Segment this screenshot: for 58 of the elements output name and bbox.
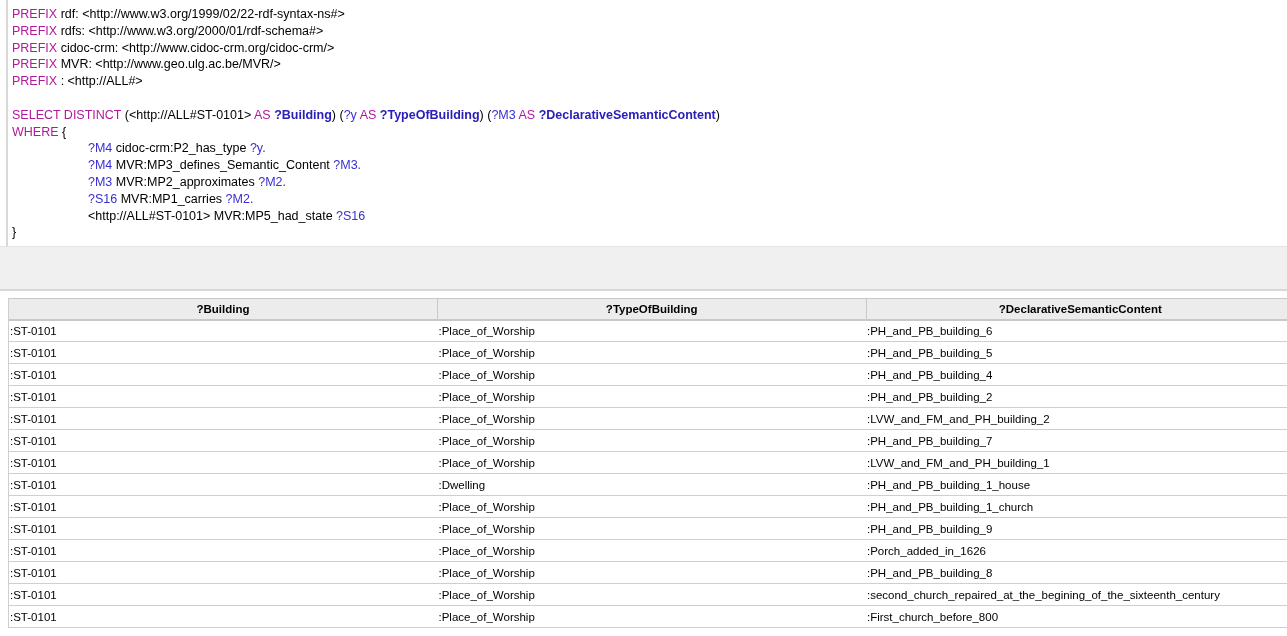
- table-cell: :ST-0101: [9, 385, 438, 408]
- table-cell: :Place_of_Worship: [437, 583, 866, 606]
- table-cell: :Place_of_Worship: [437, 363, 866, 386]
- column-header[interactable]: ?Building: [9, 298, 438, 320]
- table-cell: :ST-0101: [9, 517, 438, 540]
- table-cell: :ST-0101: [9, 583, 438, 606]
- table-cell: :second_church_repaired_at_the_begining_of_the_sixteenth_century: [866, 583, 1287, 606]
- query-line: PREFIX rdf: <http://www.w3.org/1999/02/22-rdf-syntax-ns#>: [12, 6, 345, 23]
- table-cell: :PH_and_PB_building_8: [866, 561, 1287, 584]
- query-line: SELECT DISTINCT (<http://ALL#ST-0101> AS ?Building) (?y AS ?TypeOfBuilding) (?M3 AS ?DeclarativeSemanticContent): [12, 106, 720, 124]
- query-line: PREFIX rdfs: <http://www.w3.org/2000/01/rdf-schema#>: [12, 22, 324, 40]
- table-cell: :Place_of_Worship: [437, 451, 866, 474]
- table-cell: :Place_of_Worship: [437, 319, 866, 342]
- table-cell: :ST-0101: [9, 495, 438, 518]
- table-cell: :LVW_and_FM_and_PH_building_2: [866, 407, 1287, 430]
- column-header[interactable]: ?TypeOfBuilding: [437, 298, 866, 320]
- query-line: }: [12, 224, 17, 242]
- table-cell: :Place_of_Worship: [437, 539, 866, 562]
- table-cell: :PH_and_PB_building_4: [866, 363, 1287, 386]
- table-cell: :ST-0101: [9, 407, 438, 430]
- table-cell: :PH_and_PB_building_1_church: [866, 495, 1287, 518]
- column-header[interactable]: ?DeclarativeSemanticContent: [866, 298, 1287, 320]
- table-cell: :Place_of_Worship: [437, 517, 866, 540]
- table-cell: :ST-0101: [9, 341, 438, 364]
- table-cell: :ST-0101: [9, 363, 438, 386]
- table-cell: :PH_and_PB_building_2: [866, 385, 1287, 408]
- table-cell: :Place_of_Worship: [437, 407, 866, 430]
- table-cell: :Place_of_Worship: [437, 605, 866, 628]
- query-line: PREFIX MVR: <http://www.geo.ulg.ac.be/MVR/>: [12, 56, 281, 74]
- table-cell: :PH_and_PB_building_9: [866, 517, 1287, 540]
- table-cell: :Place_of_Worship: [437, 341, 866, 364]
- table-cell: :ST-0101: [9, 561, 438, 584]
- query-line: ?M3 MVR:MP2_approximates ?M2.: [88, 173, 286, 191]
- query-line: ?S16 MVR:MP1_carries ?M2.: [88, 190, 254, 208]
- query-line: <http://ALL#ST-0101> MVR:MP5_had_state ?S16: [88, 207, 366, 225]
- table-cell: :Place_of_Worship: [437, 495, 866, 518]
- table-cell: :Dwelling: [437, 473, 866, 496]
- table-cell: :Place_of_Worship: [437, 429, 866, 452]
- table-cell: :ST-0101: [9, 451, 438, 474]
- table-cell: :ST-0101: [9, 473, 438, 496]
- table-cell: :ST-0101: [9, 539, 438, 562]
- table-cell: :PH_and_PB_building_7: [866, 429, 1287, 452]
- table-cell: :First_church_before_800: [866, 605, 1287, 628]
- table-cell: :PH_and_PB_building_5: [866, 341, 1287, 364]
- table-cell: :PH_and_PB_building_1_house: [866, 473, 1287, 496]
- query-line: PREFIX : <http://ALL#>: [12, 73, 143, 90]
- table-cell: :Place_of_Worship: [437, 561, 866, 584]
- table-cell: :Place_of_Worship: [437, 385, 866, 408]
- table-cell: :PH_and_PB_building_6: [866, 319, 1287, 342]
- table-cell: :ST-0101: [9, 429, 438, 452]
- query-line: PREFIX cidoc-crm: <http://www.cidoc-crm.org/cidoc-crm/>: [12, 39, 335, 57]
- table-cell: :Porch_added_in_1626: [866, 539, 1287, 562]
- table-cell: :LVW_and_FM_and_PH_building_1: [866, 451, 1287, 474]
- table-cell: :ST-0101: [9, 319, 438, 342]
- query-line: ?M4 MVR:MP3_defines_Semantic_Content ?M3.: [88, 157, 362, 174]
- table-cell: :ST-0101: [9, 605, 438, 628]
- query-line: WHERE {: [12, 123, 67, 141]
- query-line: ?M4 cidoc-crm:P2_has_type ?y.: [88, 140, 266, 158]
